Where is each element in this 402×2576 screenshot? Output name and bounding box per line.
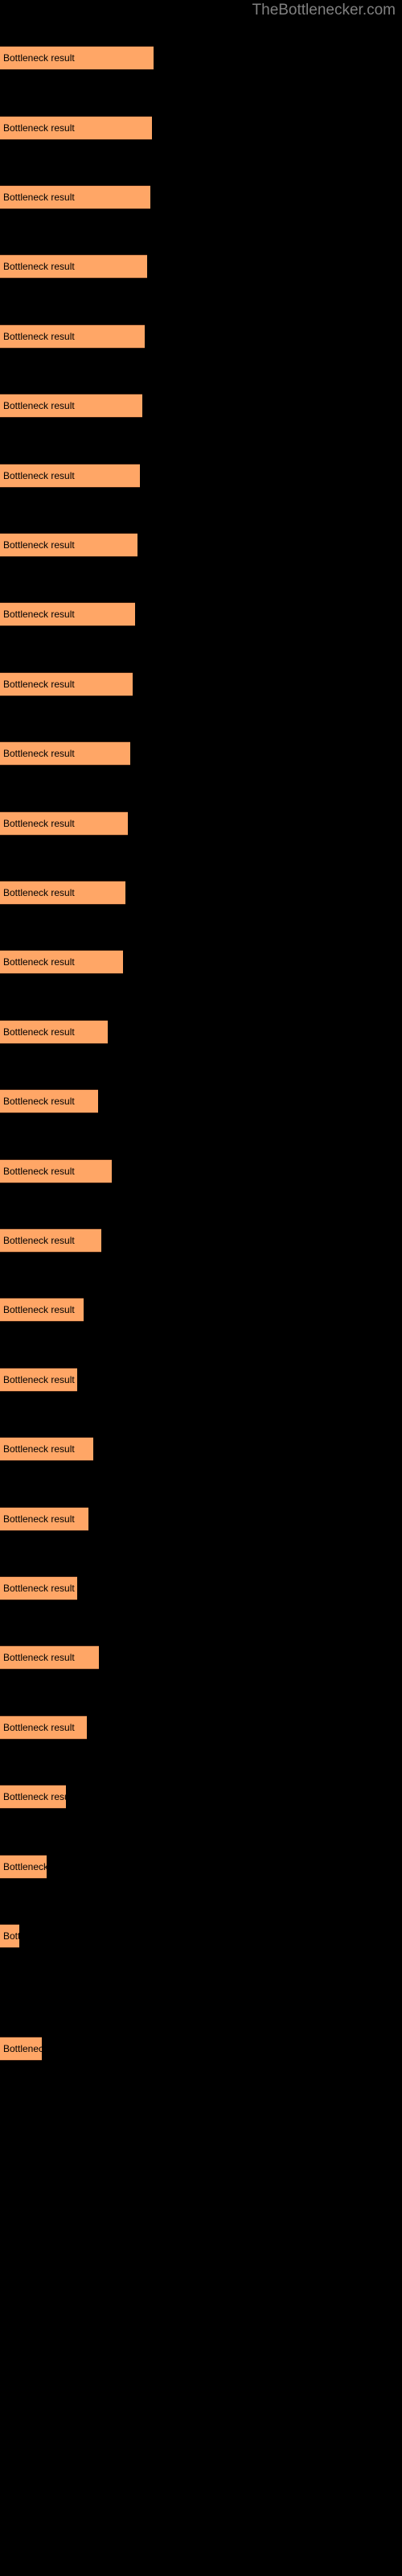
chart-bar-label: Bottleneck result <box>3 609 75 620</box>
chart-bar[interactable]: Bottleneck result <box>0 464 140 488</box>
chart-bar-row: Bottleneck result <box>0 811 402 836</box>
chart-bar-label: Bottleneck result <box>3 1443 75 1455</box>
chart-bar[interactable]: Bottleneck result <box>0 46 154 70</box>
chart-bar-row: Bottleneck result <box>0 46 402 70</box>
chart-bar-label: Bottleneck result <box>3 1513 75 1525</box>
chart-bar-label: Bottleneck result <box>3 1304 75 1315</box>
chart-bar-label: Bottleneck result <box>3 1930 19 1942</box>
chart-bar[interactable]: Bottleneck result <box>0 881 125 905</box>
chart-bar-row: Bottleneck result <box>0 185 402 209</box>
chart-bar[interactable]: Bottleneck result <box>0 672 133 696</box>
chart-bar[interactable]: Bottleneck result <box>0 950 123 974</box>
chart-bar[interactable]: Bottleneck result <box>0 1298 84 1322</box>
chart-bar-label: Bottleneck result <box>3 887 75 898</box>
chart-bar[interactable]: Bottleneck result <box>0 116 152 140</box>
chart-bar-label: Bottleneck result <box>3 956 75 968</box>
chart-bar-row: Bottleneck result <box>0 1089 402 1113</box>
chart-bar-label: Bottleneck result <box>3 122 75 134</box>
chart-bar-row: Bottleneck result <box>0 394 402 418</box>
chart-bar-row: Bottleneck result <box>0 741 402 766</box>
chart-bar-row: Bottleneck result <box>0 1645 402 1670</box>
chart-bar-row: Bottleneck result <box>0 464 402 488</box>
bottleneck-bar-chart: Bottleneck result Bottleneck result Bottle… <box>0 0 402 2576</box>
chart-bar[interactable]: Bottleneck result <box>0 741 130 766</box>
chart-bar[interactable]: Bottleneck result <box>0 1368 77 1392</box>
chart-bar[interactable]: Bottleneck result <box>0 1507 88 1531</box>
chart-bar[interactable]: Bottleneck result <box>0 1228 101 1253</box>
chart-bar[interactable]: Bottleneck result <box>0 254 147 279</box>
chart-bar-label: Bottleneck result <box>3 470 75 481</box>
chart-bar-label: Bottleneck result <box>3 1583 75 1594</box>
chart-bar-label: Bottleneck result <box>3 1722 75 1733</box>
chart-bar[interactable]: Bottleneck result <box>0 811 128 836</box>
chart-bar-label: Bottleneck result <box>3 1166 75 1177</box>
chart-bar-label: Bottleneck result <box>3 1026 75 1038</box>
chart-bar-label: Bottleneck result <box>3 1861 47 1872</box>
chart-bar-row: Bottleneck result <box>0 324 402 349</box>
chart-bar[interactable]: Bottleneck result <box>0 1576 77 1600</box>
chart-bar[interactable]: Bottleneck result <box>0 533 137 557</box>
chart-bar-row: Bottleneck result <box>0 1855 402 1879</box>
chart-bar[interactable]: Bottleneck result <box>0 324 145 349</box>
chart-bar-label: Bottleneck result <box>3 52 75 64</box>
chart-bar-row: Bottleneck result <box>0 116 402 140</box>
chart-bar-label: Bottleneck result <box>3 192 75 203</box>
chart-bar-label: Bottleneck result <box>3 1791 66 1802</box>
chart-bar-label: Bottleneck result <box>3 748 75 759</box>
chart-bar-row: Bottleneck result <box>0 1020 402 1044</box>
chart-bar-row: Bottleneck result <box>0 881 402 905</box>
chart-bar-row: Bottleneck result <box>0 2037 402 2061</box>
chart-bar-label: Bottleneck result <box>3 400 75 411</box>
chart-bar-row: Bottleneck result <box>0 254 402 279</box>
chart-bar-row: Bottleneck result <box>0 1507 402 1531</box>
chart-bar[interactable]: Bottleneck result <box>0 1437 93 1461</box>
chart-bar[interactable]: Bottleneck result <box>0 185 150 209</box>
chart-bar[interactable]: Bottleneck result <box>0 1924 19 1948</box>
chart-bar-label: Bottleneck result <box>3 331 75 342</box>
chart-bar-label: Bottleneck result <box>3 679 75 690</box>
chart-bar-row: Bottleneck result <box>0 1576 402 1600</box>
chart-bar-row: Bottleneck result <box>0 1368 402 1392</box>
chart-bar-label: Bottleneck result <box>3 539 75 551</box>
chart-bar[interactable]: Bottleneck result <box>0 1159 112 1183</box>
chart-bar-label: Bottleneck result <box>3 1235 75 1246</box>
chart-bar-row: Bottleneck result <box>0 602 402 626</box>
chart-bar-row: Bottleneck result <box>0 533 402 557</box>
chart-bar-row: Bottleneck result <box>0 950 402 974</box>
chart-bar-label: Bottleneck result <box>3 2043 42 2054</box>
chart-bar[interactable]: Bottleneck result <box>0 1089 98 1113</box>
chart-bar-label: Bottleneck result <box>3 261 75 272</box>
chart-bar-row: Bottleneck result <box>0 1228 402 1253</box>
chart-bar[interactable]: Bottleneck result <box>0 2037 42 2061</box>
chart-bar[interactable]: Bottleneck result <box>0 1020 108 1044</box>
chart-bar[interactable]: Bottleneck result <box>0 1855 47 1879</box>
chart-bar[interactable]: Bottleneck result <box>0 1715 87 1740</box>
chart-bar-label: Bottleneck result <box>3 1096 75 1107</box>
chart-bar-label: Bottleneck result <box>3 818 75 829</box>
chart-bar-row: Bottleneck result <box>0 1785 402 1809</box>
chart-bar-row: Bottleneck result <box>0 1924 402 1948</box>
chart-bar[interactable]: Bottleneck result <box>0 1645 99 1670</box>
chart-bar-label: Bottleneck result <box>3 1652 75 1663</box>
chart-bar-row: Bottleneck result <box>0 1437 402 1461</box>
chart-bar-row: Bottleneck result <box>0 672 402 696</box>
chart-bar[interactable]: Bottleneck result <box>0 602 135 626</box>
chart-bar-row: Bottleneck result <box>0 1715 402 1740</box>
chart-bar-row: Bottleneck result <box>0 1298 402 1322</box>
chart-bar-row: Bottleneck result <box>0 1159 402 1183</box>
chart-bar-label: Bottleneck result <box>3 1374 75 1385</box>
chart-bar[interactable]: Bottleneck result <box>0 1785 66 1809</box>
chart-bar[interactable]: Bottleneck result <box>0 394 142 418</box>
